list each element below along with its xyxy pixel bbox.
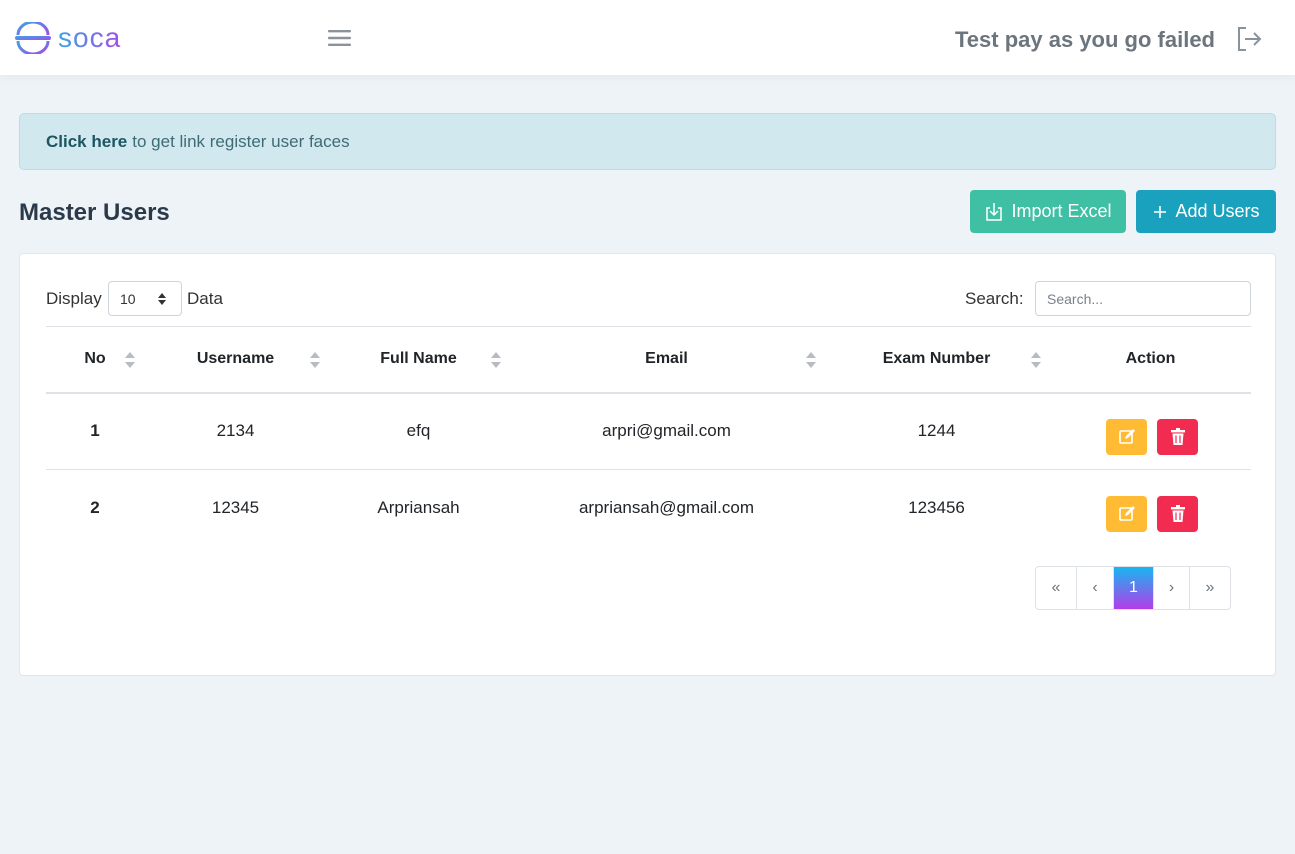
cell-email: arpri@gmail.com [602,421,731,441]
display-label: Display [46,289,102,308]
users-card: Display 10 Data Search: No Username Full… [19,253,1276,676]
row-actions [1053,496,1251,533]
select-arrows-icon [158,293,166,305]
header-title: Test pay as you go failed [955,27,1215,52]
column-header-action: Action [1050,327,1251,393]
sort-icon [125,352,135,368]
page-prev-button[interactable]: ‹ [1077,567,1114,609]
delete-button[interactable] [1157,496,1198,533]
data-label: Data [187,289,223,308]
trash-icon [1170,428,1185,446]
logout-icon [1238,27,1262,51]
cell-full-name: efq [406,421,431,441]
sort-icon [1031,352,1041,368]
page-number-button[interactable]: 1 [1114,567,1154,609]
edit-button[interactable] [1106,419,1147,456]
menu-toggle-button[interactable] [327,27,353,49]
add-users-button[interactable]: Add Users [1136,190,1276,233]
cell-username: 2134 [216,421,255,441]
logout-button[interactable] [1235,25,1263,53]
cell-no: 1 [90,421,100,441]
page-last-button[interactable]: » [1190,567,1230,609]
hamburger-icon [328,30,351,46]
edit-icon [1118,506,1135,522]
cell-exam-number: 123456 [908,498,965,518]
sort-icon [491,352,501,368]
column-label: Username [196,350,275,368]
top-navbar: SOCA Test pay as you go failed [0,0,1295,75]
cell-exam-number: 1244 [917,421,956,441]
sort-icon [806,352,816,368]
import-excel-button[interactable]: Import Excel [970,190,1126,233]
cell-email: arpriansah@gmail.com [578,498,755,518]
alert-message: to get link register user faces [132,131,350,151]
logo-text: SOCA [58,22,122,53]
column-label: Action [1125,350,1176,368]
cell-actions [1050,470,1251,547]
table-header-row: No Username Full Name Email Exam Number [46,326,1251,393]
row-actions [1053,419,1251,456]
edit-icon [1118,429,1135,445]
column-header-username[interactable]: Username [144,327,327,393]
trash-icon [1170,505,1185,523]
column-label: Email [645,350,688,368]
table-row: 2 12345 Arpriansah arpriansah@gmail.com … [46,470,1251,547]
column-label: Exam Number [882,350,991,368]
column-header-no[interactable]: No [46,327,144,393]
logo-icon [15,22,51,54]
page-size-select[interactable]: 10 [108,281,182,316]
info-alert: Click here to get link register user fac… [19,113,1276,170]
column-header-email[interactable]: Email [510,327,823,393]
add-users-label: Add Users [1175,201,1260,221]
users-table: No Username Full Name Email Exam Number [46,326,1251,547]
edit-button[interactable] [1106,496,1147,533]
page-size-value: 10 [120,290,136,307]
search-input[interactable] [1035,281,1251,316]
column-label: No [84,350,106,368]
download-icon [986,202,1003,221]
page-first-button[interactable]: « [1036,567,1077,609]
brand-logo[interactable]: SOCA [14,21,121,55]
pagination: « ‹ 1 › » [1035,566,1231,610]
cell-full-name: Arpriansah [377,498,460,518]
column-header-exam-number[interactable]: Exam Number [823,327,1050,393]
register-faces-link[interactable]: Click here [46,132,127,152]
cell-actions [1050,393,1251,470]
page-title: Master Users [19,199,170,226]
import-excel-label: Import Excel [1011,201,1112,221]
sort-icon [310,352,320,368]
search-label: Search: [965,289,1024,308]
delete-button[interactable] [1157,419,1198,456]
page-next-button[interactable]: › [1154,567,1190,609]
column-label: Full Name [380,350,457,368]
plus-icon [1154,205,1167,218]
cell-username: 12345 [211,498,260,518]
cell-no: 2 [90,498,100,518]
column-header-full-name[interactable]: Full Name [327,327,510,393]
table-row: 1 2134 efq arpri@gmail.com 1244 [46,393,1251,470]
